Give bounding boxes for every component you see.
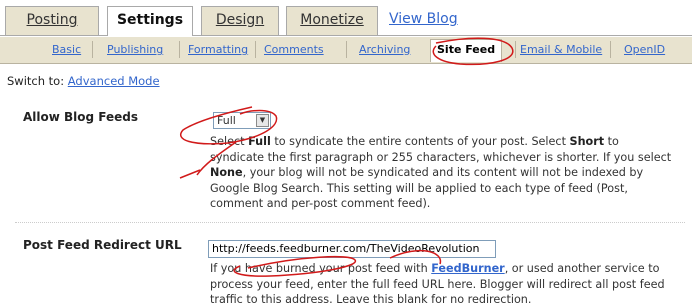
feedburner-link[interactable]: FeedBurner (431, 262, 504, 275)
subtab-openid[interactable]: OpenID (624, 43, 665, 56)
subtab-separator (610, 41, 611, 58)
feed-type-select[interactable]: Full ▼ (213, 112, 271, 129)
settings-sub-tab-bar: Basic Publishing Formatting Comments Arc… (0, 37, 692, 64)
subtab-comments[interactable]: Comments (264, 43, 324, 56)
subtab-separator (92, 41, 93, 58)
redirect-url-input[interactable]: http://feeds.feedburner.com/TheVideoRevo… (208, 240, 496, 258)
tab-bar-rule (0, 35, 692, 36)
subtab-basic[interactable]: Basic (52, 43, 81, 56)
dropdown-arrow-icon[interactable]: ▼ (256, 114, 269, 127)
switch-mode-row: Switch to: Advanced Mode (7, 74, 160, 88)
subtab-email-mobile[interactable]: Email & Mobile (520, 43, 602, 56)
subtab-separator (515, 41, 516, 58)
redirect-url-label: Post Feed Redirect URL (23, 238, 182, 252)
tab-design[interactable]: Design (201, 6, 279, 35)
subtab-separator (255, 41, 256, 58)
section-divider (15, 222, 685, 223)
subtab-site-feed[interactable]: Site Feed (430, 39, 503, 62)
subtab-formatting[interactable]: Formatting (188, 43, 248, 56)
subtab-separator (346, 41, 347, 58)
subtab-archiving[interactable]: Archiving (359, 43, 410, 56)
tab-settings[interactable]: Settings (107, 6, 193, 36)
allow-feeds-help: Select Full to syndicate the entire cont… (210, 135, 672, 210)
tab-posting[interactable]: Posting (5, 6, 99, 35)
tab-monetize[interactable]: Monetize (286, 6, 378, 35)
advanced-mode-link[interactable]: Advanced Mode (68, 74, 160, 88)
subtab-publishing[interactable]: Publishing (107, 43, 163, 56)
switch-label: Switch to: (7, 74, 65, 88)
feed-type-value: Full (217, 114, 236, 127)
subtab-separator (179, 41, 180, 58)
redirect-help: If you have burned your post feed with F… (210, 262, 665, 306)
allow-blog-feeds-label: Allow Blog Feeds (23, 110, 139, 124)
main-tab-bar: Posting Settings Design Monetize View Bl… (0, 0, 692, 38)
view-blog-link[interactable]: View Blog (389, 11, 458, 27)
